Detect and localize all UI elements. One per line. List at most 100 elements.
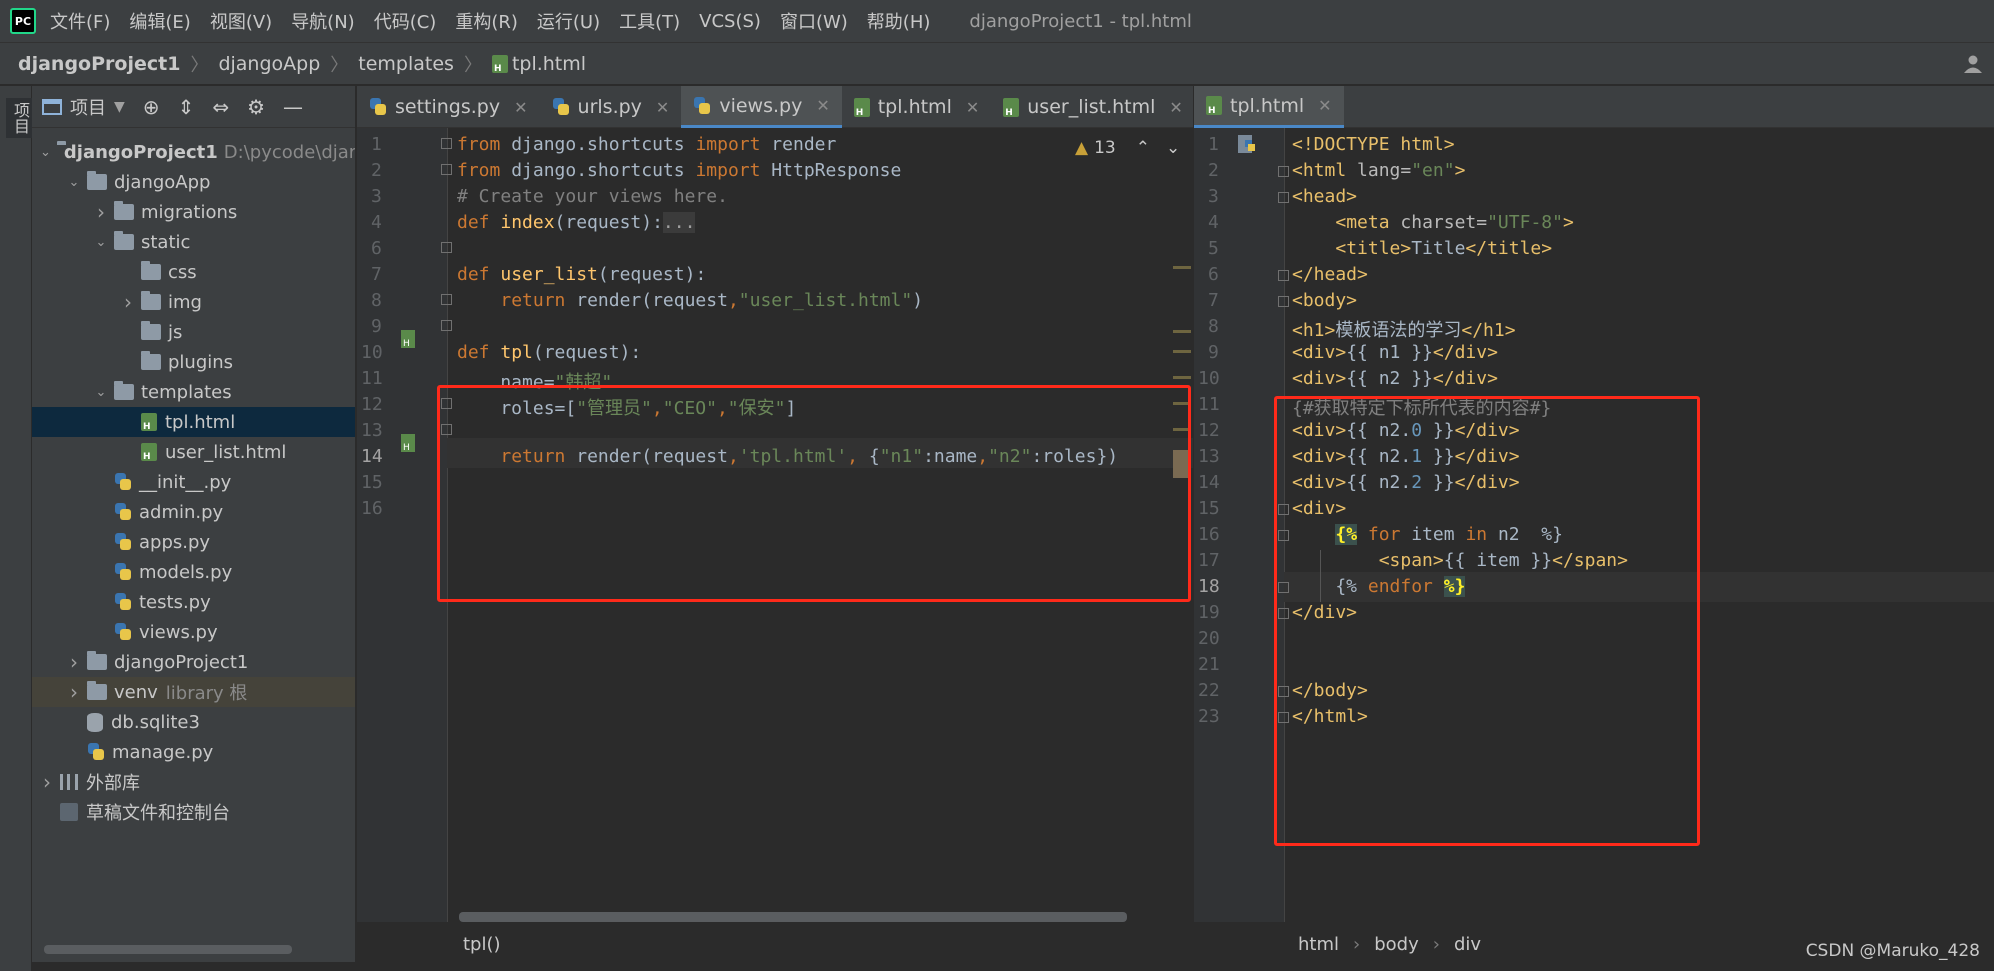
code-breadcrumb[interactable]: tpl() [463, 934, 501, 955]
tree-item-views-py[interactable]: views.py [32, 617, 355, 647]
tree-item-templates[interactable]: ⌄ templates [32, 377, 355, 407]
line-number[interactable]: 14 [1198, 472, 1220, 493]
expand-all-icon[interactable]: ⇕ [178, 95, 195, 119]
scroll-marker[interactable] [1173, 330, 1191, 333]
tree-item-init-py[interactable]: __init__.py [32, 467, 355, 497]
breadcrumb-file[interactable]: tpl.html [491, 53, 586, 75]
line-number[interactable]: 14 [361, 446, 383, 467]
line-number[interactable]: 21 [1198, 654, 1220, 675]
menu-vcs[interactable]: VCS(S) [699, 11, 761, 32]
tree-item-[interactable]: › 外部库 [32, 767, 355, 797]
html-crumb-body[interactable]: body [1374, 934, 1419, 955]
line-number[interactable]: 9 [371, 316, 382, 337]
chevron-down-icon[interactable]: ⌄ [94, 385, 108, 400]
line-number[interactable]: 12 [361, 394, 383, 415]
navigate-template-icon[interactable]: H [399, 328, 423, 352]
line-number[interactable]: 20 [1198, 628, 1220, 649]
html-line-8[interactable]: <h1>模板语法的学习</h1> [1292, 316, 1516, 342]
line-number[interactable]: 2 [371, 160, 382, 181]
line-number[interactable]: 15 [1198, 498, 1220, 519]
html-line-4[interactable]: <meta charset="UTF-8"> [1292, 212, 1573, 233]
project-panel-scrollbar[interactable] [44, 945, 292, 954]
line-number[interactable]: 3 [1208, 186, 1219, 207]
chevron-down-icon[interactable]: ⌄ [1166, 138, 1180, 158]
project-view-selector[interactable]: 项目 ▼ [42, 94, 125, 120]
html-line-9[interactable]: <div>{{ n1 }}</div> [1292, 342, 1498, 363]
fold-marker-icon[interactable] [441, 320, 452, 331]
tree-item-djangoproject1[interactable]: › djangoProject1 [32, 647, 355, 677]
line-number[interactable]: 4 [371, 212, 382, 233]
tree-item-js[interactable]: js [32, 317, 355, 347]
fold-marker-icon[interactable] [1278, 166, 1289, 177]
chevron-right-icon[interactable]: › [121, 290, 135, 314]
line-number[interactable]: 13 [1198, 446, 1220, 467]
navigate-template-icon[interactable]: H [399, 432, 423, 456]
chevron-right-icon[interactable]: › [67, 680, 81, 704]
line-number[interactable]: 5 [1208, 238, 1219, 259]
line-number[interactable]: 4 [1208, 212, 1219, 233]
tree-item-venv[interactable]: › venv library 根 [32, 677, 355, 707]
code-line-4[interactable]: def index(request):... [457, 212, 696, 233]
menu-run[interactable]: 运行(U) [537, 8, 600, 34]
line-number[interactable]: 17 [1198, 550, 1220, 571]
gear-icon[interactable]: ⚙ [247, 95, 265, 119]
tab-urls-py[interactable]: urls.py ✕ [540, 86, 682, 128]
code-line-1[interactable]: from django.shortcuts import render [457, 134, 836, 155]
code-line-8[interactable]: return render(request,"user_list.html") [457, 290, 923, 311]
tree-item-[interactable]: 草稿文件和控制台 [32, 797, 355, 827]
menu-window[interactable]: 窗口(W) [780, 8, 848, 34]
tree-item-db-sqlite3[interactable]: db.sqlite3 [32, 707, 355, 737]
tree-item-user-list-html[interactable]: user_list.html [32, 437, 355, 467]
menu-help[interactable]: 帮助(H) [867, 8, 931, 34]
line-number[interactable]: 13 [361, 420, 383, 441]
close-icon[interactable]: ✕ [514, 98, 527, 117]
scroll-marker[interactable] [1173, 350, 1191, 353]
tree-item-djangoapp[interactable]: ⌄ djangoApp [32, 167, 355, 197]
html-line-5[interactable]: <title>Title</title> [1292, 238, 1552, 259]
line-number[interactable]: 11 [1198, 394, 1220, 415]
tree-item-djangoproject1[interactable]: ⌄ djangoProject1 D:\pycode\djar [32, 137, 355, 167]
fold-marker-icon[interactable] [441, 294, 452, 305]
tree-item-tpl-html[interactable]: tpl.html [32, 407, 355, 437]
locate-file-icon[interactable]: ⊕ [143, 95, 160, 119]
tree-item-manage-py[interactable]: manage.py [32, 737, 355, 767]
tab-user-list-html[interactable]: user_list.html ✕ [991, 86, 1193, 128]
chevron-down-icon[interactable]: ⌄ [94, 235, 108, 250]
tree-item-models-py[interactable]: models.py [32, 557, 355, 587]
chevron-down-icon[interactable]: ⌄ [40, 145, 51, 160]
line-number[interactable]: 8 [371, 290, 382, 311]
line-number[interactable]: 7 [1208, 290, 1219, 311]
tree-item-static[interactable]: ⌄ static [32, 227, 355, 257]
html-line-1[interactable]: <!DOCTYPE html> [1292, 134, 1455, 155]
line-number[interactable]: 8 [1208, 316, 1219, 337]
chevron-up-icon[interactable]: ⌃ [1136, 138, 1150, 158]
line-number[interactable]: 18 [1198, 576, 1220, 597]
user-icon[interactable] [1962, 53, 1984, 75]
close-icon[interactable]: ✕ [1318, 96, 1331, 115]
line-number[interactable]: 22 [1198, 680, 1220, 701]
line-number[interactable]: 15 [361, 472, 383, 493]
chevron-right-icon[interactable]: › [94, 200, 108, 224]
line-number[interactable]: 12 [1198, 420, 1220, 441]
code-line-10[interactable]: def tpl(request): [457, 342, 641, 363]
tree-item-img[interactable]: › img [32, 287, 355, 317]
breadcrumb-project[interactable]: djangoProject1 [18, 53, 180, 75]
line-number[interactable]: 6 [1208, 264, 1219, 285]
fold-marker-icon[interactable] [441, 164, 452, 175]
scroll-marker[interactable] [1173, 376, 1191, 379]
project-tool-button[interactable]: 项目 [6, 98, 34, 138]
code-line-3[interactable]: # Create your views here. [457, 186, 728, 207]
menu-file[interactable]: 文件(F) [50, 8, 110, 34]
menu-edit[interactable]: 编辑(E) [129, 8, 190, 34]
html-line-2[interactable]: <html lang="en"> [1292, 160, 1465, 181]
tab-tpl-html-right[interactable]: tpl.html ✕ [1194, 86, 1344, 128]
html-line-10[interactable]: <div>{{ n2 }}</div> [1292, 368, 1498, 389]
fold-marker-icon[interactable] [1278, 296, 1289, 307]
menu-tools[interactable]: 工具(T) [619, 8, 680, 34]
tree-item-apps-py[interactable]: apps.py [32, 527, 355, 557]
menu-view[interactable]: 视图(V) [210, 8, 272, 34]
line-number[interactable]: 19 [1198, 602, 1220, 623]
line-number[interactable]: 2 [1208, 160, 1219, 181]
tree-item-migrations[interactable]: › migrations [32, 197, 355, 227]
tree-item-tests-py[interactable]: tests.py [32, 587, 355, 617]
